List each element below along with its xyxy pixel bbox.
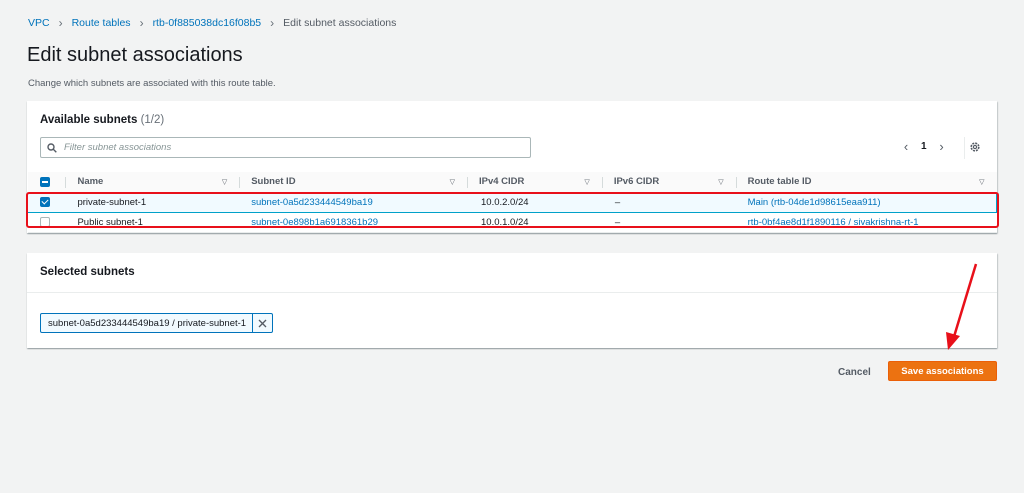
settings-gear-icon[interactable] [969,140,981,158]
page-title: Edit subnet associations [27,44,243,66]
selected-subnets-header: Selected subnets [27,253,997,293]
column-divider [239,177,241,188]
search-input[interactable] [64,142,484,153]
column-label: Route table ID [747,176,812,188]
page-description: Change which subnets are associated with… [28,78,276,89]
breadcrumb-route-table-id[interactable]: rtb-0f885038dc16f08b5 [153,17,262,29]
sort-icon[interactable]: ▽ [979,178,984,186]
arrow-annotation-icon [946,263,978,350]
column-label: IPv4 CIDR [479,176,525,188]
column-header-ipv4[interactable]: IPv4 CIDR ▽ [467,172,602,193]
column-header-route-table[interactable]: Route table ID ▽ [735,172,997,193]
search-icon [47,142,57,153]
pagination: ‹ 1 › [897,139,951,154]
selected-subnets-title: Selected subnets [40,266,135,278]
available-subnets-count: (1/2) [140,114,165,126]
sort-icon[interactable]: ▽ [584,178,589,186]
table-header-row: Name ▽ Subnet ID ▽ IPv4 CIDR ▽ IPv6 CIDR ▽ R… [27,172,997,193]
column-divider [65,177,67,188]
selected-subnets-panel: Selected subnets subnet-0a5d233444549ba1… [27,253,997,348]
page-number[interactable]: 1 [921,141,927,152]
column-label: Name [77,176,104,188]
breadcrumb-vpc[interactable]: VPC [28,17,50,29]
chevron-left-icon[interactable]: ‹ [897,139,915,154]
column-header-subnet-id[interactable]: Subnet ID ▽ [239,172,467,193]
column-label: Subnet ID [251,176,296,188]
cancel-button[interactable]: Cancel [830,364,879,381]
search-box[interactable] [40,137,531,158]
chevron-right-icon: › [139,16,144,30]
available-subnets-title: Available subnets [40,114,138,126]
column-divider [735,177,737,188]
breadcrumb: VPC › Route tables › rtb-0f885038dc16f08… [28,16,396,30]
chevron-right-icon: › [58,16,63,30]
sort-icon[interactable]: ▽ [222,178,227,186]
divider [964,137,965,159]
available-subnets-header: Available subnets (1/2) [40,114,164,126]
column-divider [467,177,468,188]
chevron-right-icon: › [270,16,275,30]
save-associations-button[interactable]: Save associations [888,361,997,381]
breadcrumb-route-tables[interactable]: Route tables [72,17,131,29]
close-icon[interactable] [252,314,272,332]
select-all-checkbox[interactable] [39,176,50,187]
highlight-annotation [26,192,999,228]
sort-icon[interactable]: ▽ [450,178,455,186]
breadcrumb-current: Edit subnet associations [283,17,397,29]
chevron-right-icon[interactable]: › [933,139,951,154]
select-all-cell [27,172,66,193]
sort-icon[interactable]: ▽ [718,178,723,186]
column-header-ipv6[interactable]: IPv6 CIDR ▽ [601,172,736,193]
column-label: IPv6 CIDR [613,176,660,188]
token-label: subnet-0a5d233444549ba19 / private-subne… [48,317,247,329]
selected-subnet-token: subnet-0a5d233444549ba19 / private-subne… [40,313,274,333]
column-divider [601,177,603,188]
column-header-name[interactable]: Name ▽ [65,172,240,193]
